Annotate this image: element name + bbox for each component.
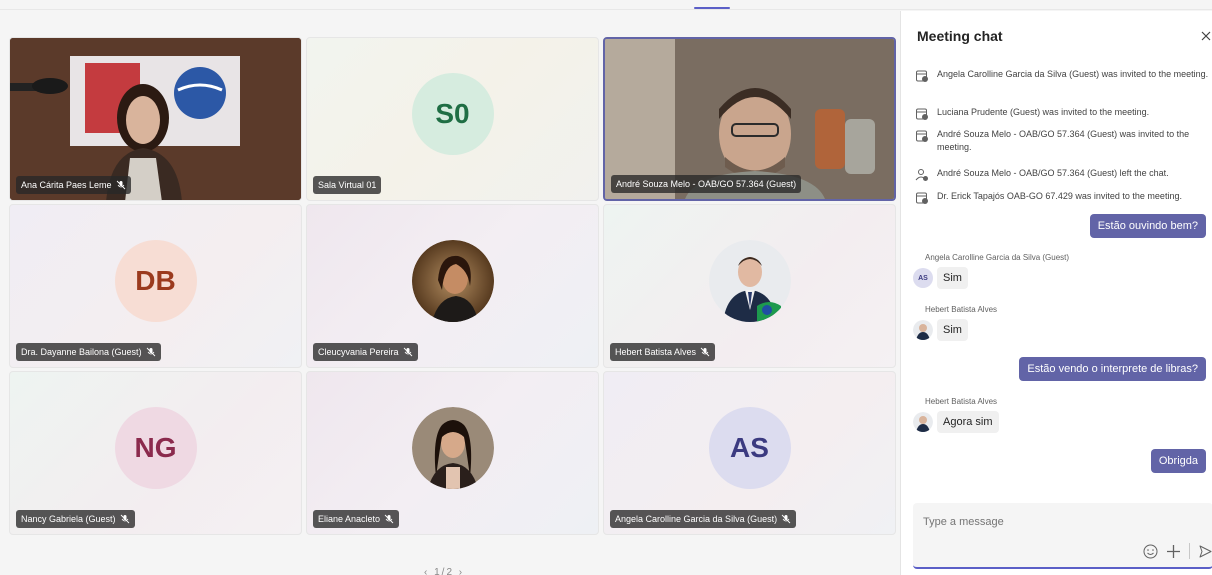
chat-title: Meeting chat: [917, 28, 1003, 44]
message-composer: [913, 503, 1212, 569]
teams-meeting-window: Ana Cárita Paes Leme S0 Sala Virtual 01: [0, 0, 1212, 575]
participant-name-tag: André Souza Melo - OAB/GO 57.364 (Guest): [611, 175, 802, 193]
mic-off-icon: [146, 347, 155, 357]
participant-name-tag: Ana Cárita Paes Leme: [16, 176, 131, 194]
sender-avatar: [913, 320, 933, 340]
participant-name-tag: Nancy Gabriela (Guest): [16, 510, 135, 528]
participant-tile[interactable]: NG Nancy Gabriela (Guest): [9, 371, 302, 535]
close-icon[interactable]: [1201, 31, 1211, 41]
toolbar-divider: [1189, 543, 1190, 559]
received-message[interactable]: Agora sim: [913, 411, 999, 433]
sent-message-bubble[interactable]: Estão vendo o interprete de libras?: [1019, 357, 1206, 381]
system-message-text: Dr. Erick Tapajós OAB-GO 67.429 was invi…: [937, 191, 1182, 201]
composer-toolbar: [1143, 543, 1212, 559]
person-left-icon: [915, 169, 928, 181]
participant-name: Dra. Dayanne Bailona (Guest): [21, 347, 142, 357]
add-icon[interactable]: [1166, 544, 1181, 559]
participant-tile[interactable]: Ana Cárita Paes Leme: [9, 37, 302, 201]
mic-off-icon: [384, 514, 394, 524]
system-message: André Souza Melo - OAB/GO 57.364 (Guest)…: [915, 167, 1211, 182]
participant-photo: [411, 240, 494, 322]
meeting-chat-panel: Meeting chat Angela Carolline Garcia da …: [900, 11, 1212, 575]
received-message[interactable]: Sim: [913, 319, 968, 341]
system-message-text: André Souza Melo - OAB/GO 57.364 (Guest)…: [937, 129, 1190, 152]
calendar-invite-icon: [916, 108, 928, 120]
participant-name: André Souza Melo - OAB/GO 57.364 (Guest): [616, 179, 797, 189]
system-message-text: André Souza Melo - OAB/GO 57.364 (Guest)…: [937, 168, 1169, 178]
participant-name-tag: Sala Virtual 01: [313, 176, 382, 194]
participant-name: Sala Virtual 01: [318, 180, 377, 190]
mic-off-icon: [403, 347, 412, 357]
participant-name: Ana Cárita Paes Leme: [21, 180, 112, 190]
participant-tile[interactable]: Cleucyvania Pereira: [306, 204, 599, 368]
mic-off-icon: [116, 180, 125, 190]
system-message-text: Angela Carolline Garcia da Silva (Guest)…: [937, 69, 1209, 79]
participant-avatar: AS: [708, 407, 791, 489]
video-gallery: Ana Cárita Paes Leme S0 Sala Virtual 01: [0, 11, 900, 575]
system-message: Angela Carolline Garcia da Silva (Guest)…: [915, 68, 1211, 83]
system-message-text: Luciana Prudente (Guest) was invited to …: [937, 107, 1150, 117]
received-message-bubble: Agora sim: [937, 411, 999, 433]
mic-off-icon: [700, 347, 710, 357]
calendar-invite-icon: [916, 130, 928, 142]
system-message: André Souza Melo - OAB/GO 57.364 (Guest)…: [915, 128, 1211, 154]
message-input[interactable]: [923, 513, 1163, 531]
message-sender: Hebert Batista Alves: [925, 305, 998, 314]
sent-message-bubble[interactable]: Obrigda: [1150, 449, 1206, 473]
sender-avatar: AS: [913, 268, 933, 288]
participant-name-tag: Cleucyvania Pereira: [313, 343, 418, 361]
send-icon[interactable]: [1198, 544, 1212, 559]
top-bar: [0, 0, 1212, 10]
emoji-icon[interactable]: [1143, 544, 1158, 559]
received-message-bubble: Sim: [937, 267, 968, 289]
participant-avatar: DB: [114, 240, 197, 322]
participant-name-tag: Hebert Batista Alves: [610, 343, 716, 361]
participant-tile[interactable]: DB Dra. Dayanne Bailona (Guest): [9, 204, 302, 368]
received-message-bubble: Sim: [937, 319, 968, 341]
participant-name-tag: Dra. Dayanne Bailona (Guest): [16, 343, 161, 361]
gallery-pager[interactable]: ‹ 1/2 ›: [424, 567, 464, 575]
participant-tile[interactable]: S0 Sala Virtual 01: [306, 37, 599, 201]
participant-photo: [411, 407, 494, 489]
system-message: Dr. Erick Tapajós OAB-GO 67.429 was invi…: [915, 190, 1211, 205]
calendar-invite-icon: [916, 192, 928, 204]
active-tab-indicator: [694, 7, 730, 9]
participant-name: Hebert Batista Alves: [615, 347, 697, 357]
participant-tile[interactable]: AS Angela Carolline Garcia da Silva (Gue…: [603, 371, 896, 535]
sender-avatar: [913, 412, 933, 432]
received-message[interactable]: AS Sim: [913, 267, 968, 289]
calendar-invite-icon: [916, 70, 928, 82]
participant-tile[interactable]: Hebert Batista Alves: [603, 204, 896, 368]
participant-tile-active-speaker[interactable]: André Souza Melo - OAB/GO 57.364 (Guest): [603, 37, 896, 201]
participant-avatar: NG: [114, 407, 197, 489]
sent-message-bubble[interactable]: Estão ouvindo bem?: [1089, 214, 1206, 238]
participant-name: Cleucyvania Pereira: [318, 347, 399, 357]
system-message: Luciana Prudente (Guest) was invited to …: [915, 106, 1211, 121]
participant-name: Nancy Gabriela (Guest): [21, 514, 116, 524]
participant-tile[interactable]: Eliane Anacleto: [306, 371, 599, 535]
mic-off-icon: [120, 514, 129, 524]
participant-name: Angela Carolline Garcia da Silva (Guest): [615, 514, 778, 524]
participant-name-tag: Eliane Anacleto: [313, 510, 400, 528]
participant-avatar: S0: [411, 73, 494, 155]
participant-name-tag: Angela Carolline Garcia da Silva (Guest): [610, 510, 797, 528]
message-sender: Angela Carolline Garcia da Silva (Guest): [925, 253, 1070, 262]
participant-photo: [708, 240, 791, 322]
mic-off-icon: [781, 514, 791, 524]
message-sender: Hebert Batista Alves: [925, 397, 998, 406]
participant-name: Eliane Anacleto: [318, 514, 381, 524]
